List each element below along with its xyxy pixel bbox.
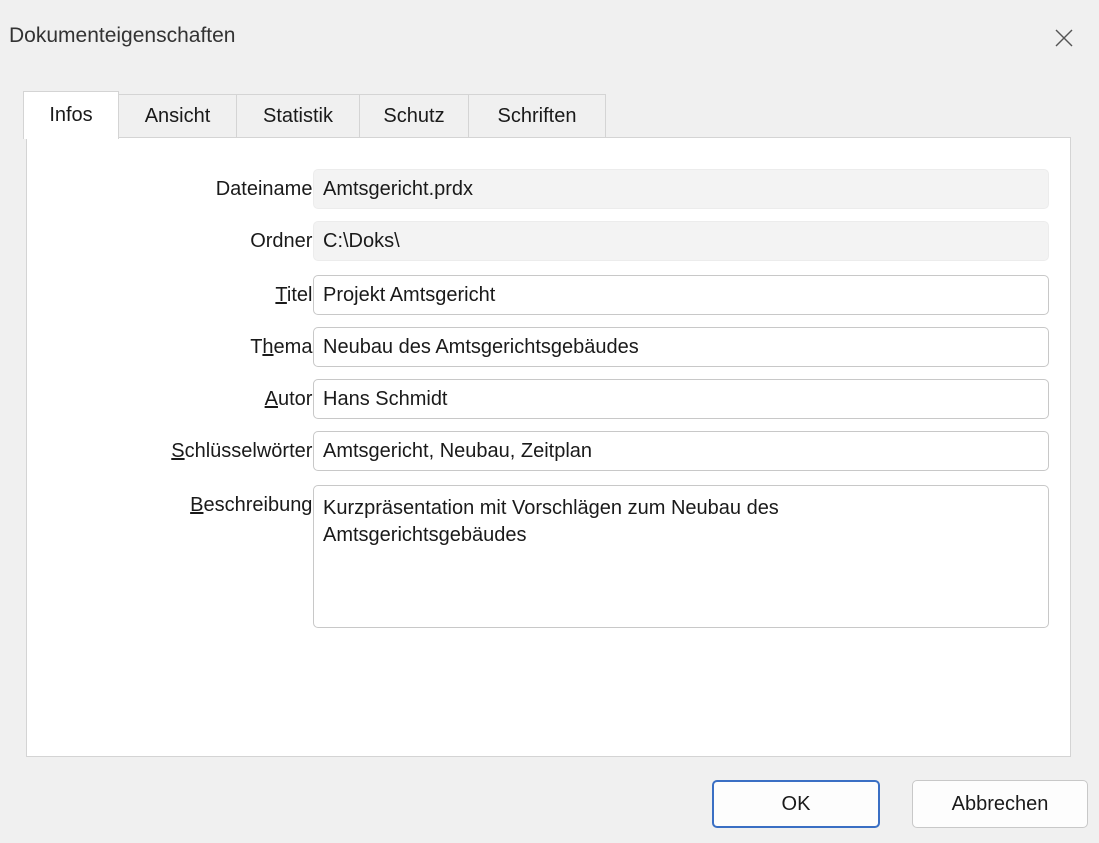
schluesselwoerter-access-key: S <box>171 440 185 462</box>
ordner-field: C:\Doks\ <box>313 221 1049 261</box>
schluesselwoerter-input[interactable]: Amtsgericht, Neubau, Zeitplan <box>313 431 1049 471</box>
schluesselwoerter-label-rest: chlüsselwörter: <box>184 440 318 462</box>
beschreibung-textarea[interactable]: Kurzpräsentation mit Vorschlägen zum Neu… <box>313 485 1049 628</box>
ok-button[interactable]: OK <box>712 780 880 828</box>
titel-access-key: T <box>275 284 287 306</box>
beschreibung-access-key: B <box>190 494 204 516</box>
close-button[interactable] <box>1029 0 1099 76</box>
schluesselwoerter-label: Schlüsselwörter: <box>171 440 318 463</box>
titel-label: Titel: <box>275 284 318 307</box>
window-title: Dokumenteigenschaften <box>9 24 236 47</box>
thema-label-rest: ema: <box>273 336 318 358</box>
dateiname-label: Dateiname: <box>215 178 318 200</box>
close-icon <box>1055 29 1073 47</box>
autor-access-key: A <box>264 388 278 410</box>
thema-input[interactable]: Neubau des Amtsgerichtsgebäudes <box>313 327 1049 367</box>
cancel-button[interactable]: Abbrechen <box>912 780 1088 828</box>
tab-schutz[interactable]: Schutz <box>359 94 469 138</box>
thema-label-pre: T <box>250 336 263 358</box>
tab-bar: Infos Ansicht Statistik Schutz Schriften <box>23 91 606 139</box>
tab-ansicht[interactable]: Ansicht <box>118 94 237 138</box>
infos-panel: Dateiname: Amtsgericht.prdx Ordner: C:\D… <box>26 137 1071 757</box>
dateiname-field: Amtsgericht.prdx <box>313 169 1049 209</box>
autor-label: Autor: <box>265 388 318 411</box>
title-bar: Dokumenteigenschaften <box>0 0 1099 76</box>
tab-schriften[interactable]: Schriften <box>468 94 606 138</box>
thema-access-key: h <box>262 336 274 358</box>
tab-statistik[interactable]: Statistik <box>236 94 360 138</box>
beschreibung-label: Beschreibung: <box>190 494 318 517</box>
titel-input[interactable]: Projekt Amtsgericht <box>313 275 1049 315</box>
autor-input[interactable]: Hans Schmidt <box>313 379 1049 419</box>
ordner-label: Ordner: <box>250 230 318 252</box>
thema-label: Thema: <box>250 336 318 359</box>
document-properties-dialog: Dokumenteigenschaften Infos Ansicht Stat… <box>0 0 1099 843</box>
tab-infos[interactable]: Infos <box>23 91 119 139</box>
autor-label-rest: utor: <box>277 388 318 410</box>
beschreibung-label-rest: eschreibung: <box>203 494 318 516</box>
